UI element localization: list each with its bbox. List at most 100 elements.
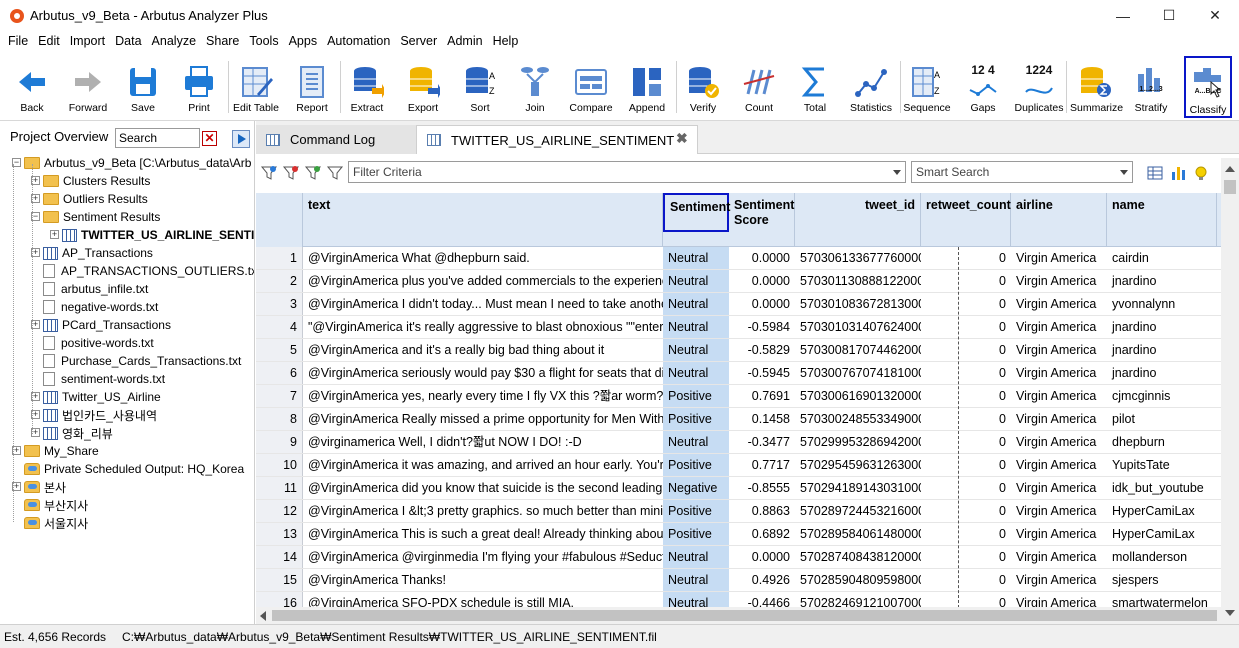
tree-item[interactable]: − Arbutus_v9_Beta [C:\Arbutus_data\Arb xyxy=(12,154,251,172)
maximize-button[interactable]: ☐ xyxy=(1146,0,1192,31)
vertical-scrollbar[interactable] xyxy=(1221,158,1239,624)
table-cell[interactable]: Virgin America xyxy=(1011,569,1107,591)
table-cell[interactable]: -0.5984 xyxy=(729,316,795,338)
verify-button[interactable]: Verify xyxy=(678,56,728,118)
table-cell[interactable]: 570300767074181000 xyxy=(795,362,921,384)
table-cell[interactable]: 0.6892 xyxy=(729,523,795,545)
table-cell[interactable]: 0 xyxy=(921,477,1011,499)
table-cell[interactable]: 0 xyxy=(921,270,1011,292)
filter-icon[interactable] xyxy=(326,164,344,182)
table-cell[interactable]: -0.4466 xyxy=(729,592,795,608)
table-cell[interactable]: cairdin xyxy=(1107,247,1217,269)
extract-button[interactable]: Extract xyxy=(342,56,392,118)
column-header-tweet-id[interactable]: tweet_id xyxy=(795,193,921,247)
close-button[interactable]: ✕ xyxy=(1192,0,1238,31)
table-cell[interactable]: @VirginAmerica it was amazing, and arriv… xyxy=(303,454,663,476)
table-row[interactable]: 11 @VirginAmerica did you know that suici… xyxy=(256,477,1221,500)
table-cell[interactable]: Virgin America xyxy=(1011,339,1107,361)
filter-criteria-input[interactable]: Filter Criteria xyxy=(348,161,906,183)
table-cell[interactable]: 0.4926 xyxy=(729,569,795,591)
menu-tools[interactable]: Tools xyxy=(244,31,283,51)
column-header-sentiment-score[interactable]: Sentiment Score xyxy=(729,193,795,247)
compare-button[interactable]: Compare xyxy=(566,56,616,118)
table-cell[interactable]: Virgin America xyxy=(1011,316,1107,338)
tree-item[interactable]: + Outliers Results xyxy=(31,190,148,208)
table-cell[interactable]: 570306133677760000 xyxy=(795,247,921,269)
table-cell[interactable]: 0 xyxy=(921,408,1011,430)
tree-item[interactable]: 서울지사 xyxy=(24,514,88,532)
table-row[interactable]: 5 @VirginAmerica and it's a really big ba… xyxy=(256,339,1221,362)
expand-icon[interactable]: + xyxy=(50,230,59,239)
table-row[interactable]: 2 @VirginAmerica plus you've added commer… xyxy=(256,270,1221,293)
table-row[interactable]: 8 @VirginAmerica Really missed a prime op… xyxy=(256,408,1221,431)
table-cell[interactable]: 0 xyxy=(921,569,1011,591)
table-cell[interactable]: 570295459631263000 xyxy=(795,454,921,476)
table-cell[interactable]: 570301031407624000 xyxy=(795,316,921,338)
table-cell[interactable]: Virgin America xyxy=(1011,523,1107,545)
table-cell[interactable]: jnardino xyxy=(1107,316,1217,338)
minimize-button[interactable]: — xyxy=(1100,0,1146,31)
scroll-up-icon[interactable] xyxy=(1225,166,1235,172)
table-cell[interactable]: @VirginAmerica did you know that suicide… xyxy=(303,477,663,499)
table-cell[interactable]: "@VirginAmerica it's really aggressive t… xyxy=(303,316,663,338)
table-cell[interactable]: -0.5829 xyxy=(729,339,795,361)
tree-item[interactable]: sentiment-words.txt xyxy=(43,370,165,388)
tree-item[interactable]: + Twitter_US_Airline xyxy=(31,388,161,406)
table-cell[interactable]: Neutral xyxy=(663,592,729,608)
column-header-retweet-count[interactable]: retweet_count xyxy=(921,193,1011,247)
table-cell[interactable]: 570289724453216000 xyxy=(795,500,921,522)
table-cell[interactable]: Virgin America xyxy=(1011,500,1107,522)
table-cell[interactable]: 0.7691 xyxy=(729,385,795,407)
menu-admin[interactable]: Admin xyxy=(442,31,487,51)
edit-table-button[interactable]: Edit Table xyxy=(230,56,282,118)
table-cell[interactable]: Positive xyxy=(663,385,729,407)
table-cell[interactable]: @VirginAmerica Thanks! xyxy=(303,569,663,591)
table-cell[interactable]: -0.5945 xyxy=(729,362,795,384)
table-cell[interactable]: Neutral xyxy=(663,546,729,568)
chart-view-icon[interactable] xyxy=(1169,164,1187,182)
table-cell[interactable]: 0.7717 xyxy=(729,454,795,476)
horizontal-scrollbar[interactable] xyxy=(256,607,1221,624)
table-cell[interactable]: 570301083672813000 xyxy=(795,293,921,315)
back-button[interactable]: Back xyxy=(6,56,58,118)
tree-item[interactable]: 부산지사 xyxy=(24,496,88,514)
table-cell[interactable]: Neutral xyxy=(663,431,729,453)
table-cell[interactable]: @VirginAmerica yes, nearly every time I … xyxy=(303,385,663,407)
table-cell[interactable]: @VirginAmerica @virginmedia I'm flying y… xyxy=(303,546,663,568)
table-cell[interactable]: HyperCamiLax xyxy=(1107,500,1217,522)
table-cell[interactable]: 0 xyxy=(921,523,1011,545)
chevron-down-icon[interactable] xyxy=(1120,170,1128,175)
print-button[interactable]: Print xyxy=(174,56,224,118)
filter-add-icon[interactable] xyxy=(260,164,278,182)
table-cell[interactable]: Virgin America xyxy=(1011,293,1107,315)
menu-apps[interactable]: Apps xyxy=(284,31,323,51)
sort-button[interactable]: A Z Sort xyxy=(455,56,505,118)
table-row[interactable]: 12 @VirginAmerica I &lt;3 pretty graphics… xyxy=(256,500,1221,523)
tree-item[interactable]: + AP_Transactions xyxy=(31,244,153,262)
table-cell[interactable]: jnardino xyxy=(1107,270,1217,292)
table-cell[interactable]: 0.0000 xyxy=(729,293,795,315)
column-header-airline[interactable]: airline xyxy=(1011,193,1107,247)
table-row[interactable]: 10 @VirginAmerica it was amazing, and arr… xyxy=(256,454,1221,477)
table-cell[interactable]: HyperCamiLax xyxy=(1107,523,1217,545)
export-button[interactable]: Export xyxy=(398,56,448,118)
join-button[interactable]: Join xyxy=(510,56,560,118)
table-cell[interactable]: Virgin America xyxy=(1011,362,1107,384)
menu-server[interactable]: Server xyxy=(395,31,442,51)
table-row[interactable]: 3 @VirginAmerica I didn't today... Must m… xyxy=(256,293,1221,316)
scroll-down-icon[interactable] xyxy=(1225,610,1235,616)
table-cell[interactable]: pilot xyxy=(1107,408,1217,430)
column-header-text[interactable]: text xyxy=(303,193,663,247)
append-button[interactable]: Append xyxy=(622,56,672,118)
table-cell[interactable]: dhepburn xyxy=(1107,431,1217,453)
tree-item[interactable]: + 영화_리뷰 xyxy=(31,424,113,442)
table-cell[interactable]: Virgin America xyxy=(1011,454,1107,476)
table-row[interactable]: 13 @VirginAmerica This is such a great de… xyxy=(256,523,1221,546)
table-cell[interactable]: Neutral xyxy=(663,316,729,338)
column-header-name[interactable]: name xyxy=(1107,193,1217,247)
table-cell[interactable]: 0.8863 xyxy=(729,500,795,522)
table-cell[interactable]: Virgin America xyxy=(1011,592,1107,608)
forward-button[interactable]: Forward xyxy=(63,56,113,118)
table-cell[interactable]: 0 xyxy=(921,454,1011,476)
table-cell[interactable]: 570289584061480000 xyxy=(795,523,921,545)
